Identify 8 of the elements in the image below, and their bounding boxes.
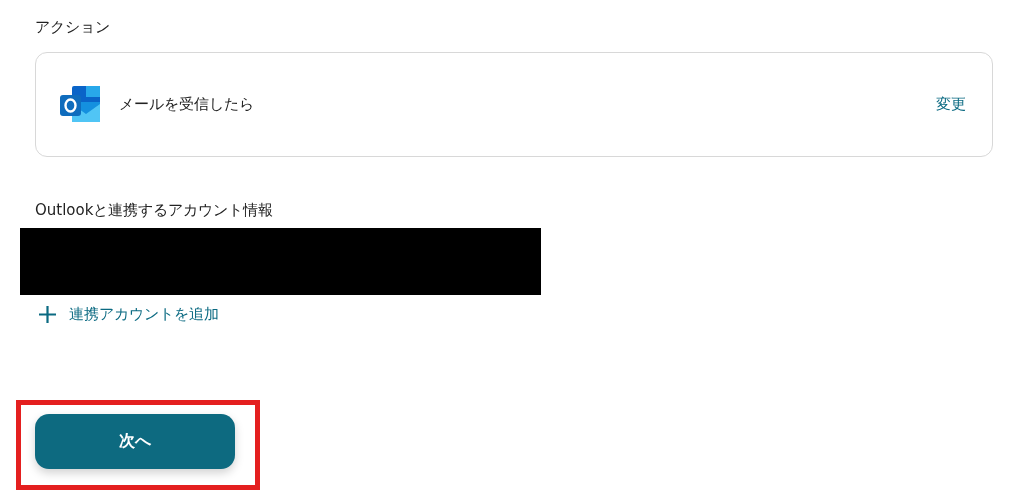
next-button[interactable]: 次へ <box>35 414 235 469</box>
plus-icon <box>38 305 57 324</box>
change-link[interactable]: 変更 <box>936 95 966 114</box>
section-heading: アクション <box>35 17 111 38</box>
mail-app-icon <box>60 85 101 124</box>
add-account-link[interactable]: 連携アカウントを追加 <box>38 305 219 324</box>
trigger-label: メールを受信したら <box>119 95 255 114</box>
section-heading: Outlookと連携するアカウント情報 <box>35 200 275 221</box>
